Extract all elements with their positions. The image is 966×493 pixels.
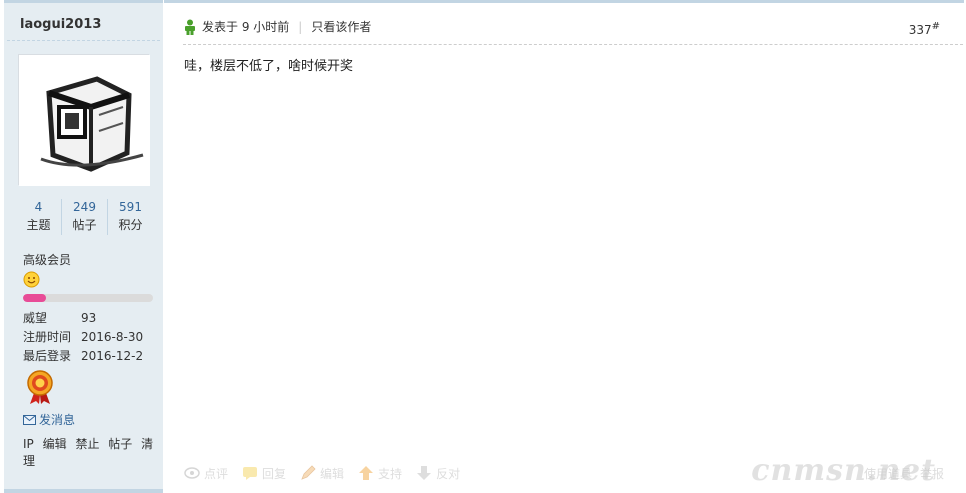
floor-mark: # (931, 21, 940, 32)
action-comment[interactable]: 点评 (184, 465, 228, 482)
info-value: 93 (81, 311, 97, 325)
stat-value: 249 (73, 200, 96, 214)
author-only-link[interactable]: 只看该作者 (311, 15, 371, 39)
info-key: 最后登录 (23, 349, 72, 363)
action-support[interactable]: 支持 (358, 465, 402, 482)
send-message-link[interactable]: 发消息 (23, 411, 75, 428)
action-oppose[interactable]: 反对 (416, 465, 460, 482)
posted-time: 发表于 9 小时前 (202, 20, 290, 34)
stat-value: 4 (34, 200, 43, 214)
admin-link-edit[interactable]: 编辑 (43, 437, 67, 451)
admin-link-ban[interactable]: 禁止 (75, 437, 99, 451)
comment-icon (184, 467, 200, 479)
site-watermark: cnmsn.net (751, 453, 936, 488)
post-header: 发表于 9 小时前 | 只看该作者 337# (183, 15, 963, 45)
avatar[interactable] (18, 54, 150, 186)
author-info: 威望 93 注册时间 2016-8-30 最后登录 2016-12-2 (23, 309, 143, 366)
admin-links: IP 编辑 禁止 帖子 清理 (23, 435, 163, 469)
info-row-registered: 注册时间 2016-8-30 (23, 328, 143, 347)
send-message-label: 发消息 (39, 413, 76, 427)
post-actions: 点评 回复 编辑 支持 反对 (184, 462, 474, 484)
online-user-icon (185, 19, 195, 35)
info-key: 威望 (23, 311, 48, 325)
action-edit[interactable]: 编辑 (300, 465, 344, 482)
separator: | (298, 20, 303, 34)
stat-posts[interactable]: 249 帖子 (61, 199, 107, 235)
stat-topics[interactable]: 4 主题 (16, 199, 61, 235)
level-progress-fill (23, 294, 47, 302)
smiley-icon (23, 271, 40, 288)
medal-icon[interactable] (25, 369, 55, 405)
member-level[interactable]: 高级会员 (23, 251, 71, 268)
action-reply[interactable]: 回复 (242, 465, 286, 482)
support-icon (359, 466, 374, 480)
author-stats: 4 主题 249 帖子 591 积分 (16, 199, 153, 235)
avatar-image (19, 55, 150, 186)
action-label: 编辑 (320, 466, 345, 481)
author-sidebar: laogui2013 4 主题 249 帖子 591 积分 高级会员 威望 93… (4, 0, 163, 493)
info-value: 2016-8-30 (81, 330, 144, 344)
oppose-icon (417, 466, 432, 480)
reply-icon (243, 467, 258, 480)
stat-label: 主题 (26, 218, 51, 232)
action-label: 点评 (204, 466, 229, 481)
post-content: 哇，楼层不低了，啥时候开奖 (184, 59, 354, 74)
info-key: 注册时间 (23, 330, 72, 344)
admin-link-ip[interactable]: IP (23, 437, 34, 451)
action-label: 回复 (262, 466, 287, 481)
action-label: 反对 (436, 466, 461, 481)
level-progress-bar (23, 294, 153, 302)
stat-label: 帖子 (72, 218, 97, 232)
action-label: 支持 (378, 466, 403, 481)
stat-label: 积分 (118, 218, 143, 232)
floor-number[interactable]: 337# (909, 21, 940, 37)
floor-number-value: 337 (908, 23, 932, 37)
admin-link-posts[interactable]: 帖子 (108, 437, 132, 451)
author-username[interactable]: laogui2013 (7, 3, 160, 41)
info-row-last-login: 最后登录 2016-12-2 (23, 347, 143, 366)
stat-points[interactable]: 591 积分 (107, 199, 153, 235)
edit-icon (301, 465, 316, 480)
envelope-icon (23, 414, 36, 425)
info-row-prestige: 威望 93 (23, 309, 143, 328)
stat-value: 591 (119, 200, 142, 214)
info-value: 2016-12-2 (81, 349, 144, 363)
post-main: 发表于 9 小时前 | 只看该作者 337# 哇，楼层不低了，啥时候开奖 点评 … (164, 0, 964, 493)
